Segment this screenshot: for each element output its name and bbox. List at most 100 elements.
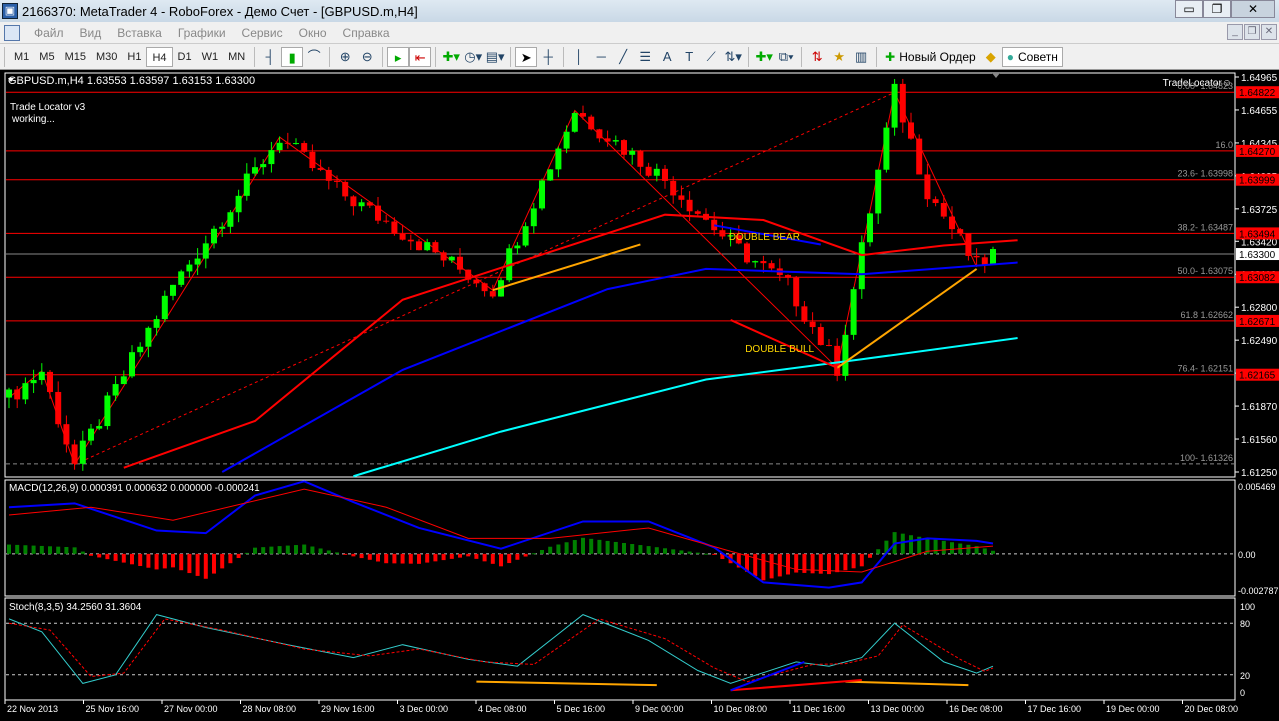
minimize-button[interactable]: ▭ (1175, 0, 1203, 18)
zoom-out-icon[interactable]: ⊖ (356, 47, 378, 67)
timeframe-mn[interactable]: MN (223, 47, 250, 67)
candle-body (6, 389, 12, 398)
macd-histogram-bar (23, 545, 28, 554)
menu-window[interactable]: Окно (291, 26, 335, 40)
indicator-status: working... (11, 114, 55, 125)
candle-body (383, 220, 390, 222)
terminal-icon[interactable]: ▥ (850, 47, 872, 67)
cursor-icon[interactable]: ➤ (515, 46, 538, 67)
candle-body (670, 180, 677, 196)
timeframe-h4[interactable]: H4 (146, 46, 173, 67)
candle-body (768, 263, 775, 269)
zigzag-line (8, 90, 978, 466)
candle-body (834, 345, 841, 376)
candle-body (653, 168, 660, 176)
navigator-icon[interactable]: ★ (828, 47, 850, 67)
profiles-icon[interactable]: ⧉▾ (775, 47, 797, 67)
auto-scroll-icon[interactable]: ▸ (387, 46, 410, 67)
mdi-minimize-button[interactable]: _ (1227, 24, 1243, 40)
timeframe-h1[interactable]: H1 (122, 47, 146, 67)
expert-advisors-button[interactable]: ● Советн (1001, 46, 1063, 67)
candle-body (260, 164, 267, 168)
macd-histogram-bar (384, 553, 389, 564)
candle-body (424, 242, 431, 251)
close-button[interactable]: ✕ (1231, 0, 1275, 18)
candle-body (694, 211, 701, 214)
chart-canvas[interactable]: GBPUSD.m,H4 1.63553 1.63597 1.63153 1.63… (0, 70, 1279, 718)
candle-body (342, 181, 349, 197)
zoom-in-icon[interactable]: ⊕ (334, 47, 356, 67)
warning-icon[interactable]: ◆ (980, 47, 1002, 67)
macd-histogram-bar (441, 553, 446, 561)
timeframe-m15[interactable]: M15 (60, 47, 91, 67)
macd-histogram-bar (425, 553, 430, 563)
macd-histogram-bar (343, 553, 348, 555)
fibonacci-icon[interactable]: ☰ (634, 47, 656, 67)
candle-body (842, 334, 849, 376)
candle-body (645, 166, 652, 176)
macd-histogram-bar (228, 553, 233, 564)
vertical-line-icon[interactable]: │ (568, 47, 590, 67)
candlestick-icon[interactable]: ▮ (281, 46, 304, 67)
crosshair-icon[interactable]: ┼ (537, 47, 559, 67)
horizontal-line-icon[interactable]: ─ (590, 47, 612, 67)
stoch-tick-label: 100 (1240, 602, 1255, 612)
chart-shift-icon[interactable]: ⇤ (409, 46, 432, 67)
menu-insert[interactable]: Вставка (109, 26, 170, 40)
market-watch-icon[interactable]: ⇅ (806, 47, 828, 67)
timeframe-w1[interactable]: W1 (197, 47, 224, 67)
fan-icon[interactable]: ⟋ (700, 47, 722, 67)
text-label-icon[interactable]: T (678, 47, 700, 67)
macd-histogram-bar (351, 553, 356, 557)
indicators-icon[interactable]: ✚▾ (440, 47, 462, 67)
price-tag-label: 1.62671 (1239, 317, 1276, 328)
price-tag-label: 1.63082 (1239, 273, 1276, 284)
menu-file[interactable]: Файл (26, 26, 72, 40)
mdi-close-button[interactable]: ✕ (1261, 24, 1277, 40)
candle-body (588, 116, 595, 130)
candle-body (129, 352, 135, 377)
timeframe-m30[interactable]: M30 (91, 47, 122, 67)
macd-histogram-bar (572, 540, 577, 554)
mdi-restore-button[interactable]: ❐ (1244, 24, 1260, 40)
macd-histogram-bar (113, 553, 118, 561)
macd-histogram-bar (597, 539, 602, 554)
candle-body (407, 239, 414, 242)
new-chart-icon[interactable]: ✚▾ (753, 47, 775, 67)
chart-window-icon[interactable] (4, 24, 20, 41)
bar-chart-icon[interactable]: ┤ (259, 47, 281, 67)
periods-icon[interactable]: ◷▾ (462, 47, 484, 67)
macd-histogram-bar (982, 548, 987, 554)
line-chart-icon[interactable]: ⌒ (303, 47, 325, 67)
macd-histogram-bar (499, 553, 503, 567)
candle-body (235, 195, 242, 213)
macd-histogram-bar (294, 545, 298, 554)
timeframe-d1[interactable]: D1 (173, 47, 197, 67)
templates-icon[interactable]: ▤▾ (484, 47, 506, 67)
trendline-icon[interactable]: ╱ (612, 47, 634, 67)
fib-level-label: 23.6- 1.63998 (1177, 169, 1233, 179)
chart-window[interactable]: GBPUSD.m,H4 1.63553 1.63597 1.63153 1.63… (0, 70, 1279, 718)
menu-view[interactable]: Вид (72, 26, 110, 40)
menu-help[interactable]: Справка (335, 26, 398, 40)
stoch-tick-label: 80 (1240, 619, 1250, 629)
menu-tools[interactable]: Сервис (234, 26, 291, 40)
timeframe-m5[interactable]: M5 (34, 47, 59, 67)
candle-body (481, 283, 488, 292)
timeframe-m1[interactable]: M1 (9, 47, 34, 67)
text-icon[interactable]: A (656, 47, 678, 67)
macd-histogram-bar (80, 551, 85, 554)
new-order-button[interactable]: ✚ Новый Ордер (881, 50, 980, 64)
macd-histogram-bar (474, 553, 479, 559)
macd-histogram-bar (449, 553, 454, 559)
macd-histogram-bar (941, 540, 946, 554)
candle-body (563, 131, 570, 149)
arrows-icon[interactable]: ⇅▾ (722, 47, 744, 67)
menu-charts[interactable]: Графики (170, 26, 234, 40)
candle-body (268, 150, 275, 165)
candle-body (514, 245, 521, 249)
price-tag-label: 1.64270 (1239, 147, 1276, 158)
candle-body (186, 264, 193, 272)
macd-histogram-bar (359, 553, 364, 559)
restore-button[interactable]: ❐ (1203, 0, 1231, 18)
